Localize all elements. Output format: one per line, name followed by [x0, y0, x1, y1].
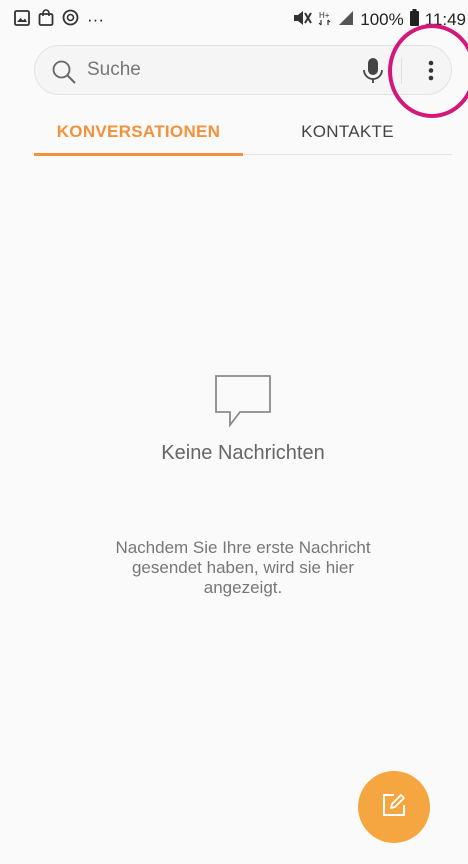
message-bubble-icon — [214, 374, 272, 433]
search-icon — [51, 59, 77, 90]
tab-conversations[interactable]: KONVERSATIONEN — [34, 112, 243, 152]
microphone-icon[interactable] — [362, 57, 384, 90]
search-input[interactable] — [87, 57, 347, 83]
sync-icon — [62, 9, 79, 31]
tab-bar: KONVERSATIONEN KONTAKTE — [34, 112, 452, 158]
tab-divider — [243, 154, 452, 155]
status-left: ··· — [14, 9, 104, 31]
signal-icon — [338, 10, 354, 31]
tab-contacts[interactable]: KONTAKTE — [243, 112, 452, 152]
highlight-circle — [388, 24, 468, 118]
svg-text:H+: H+ — [319, 11, 330, 20]
empty-state-title: Keine Nachrichten — [161, 442, 325, 464]
gallery-icon — [14, 9, 30, 31]
battery-percent: 100% — [360, 10, 404, 29]
network-type-icon: H+ — [318, 10, 332, 31]
compose-icon — [381, 792, 407, 823]
shopping-bag-icon — [38, 9, 54, 31]
compose-button[interactable] — [358, 771, 430, 843]
status-bar: ··· H+ 100% 11:49 — [0, 0, 468, 40]
mute-icon — [292, 10, 313, 31]
active-tab-indicator — [34, 153, 243, 156]
more-notifications-indicator: ··· — [87, 10, 104, 29]
empty-state-description: Nachdem Sie Ihre erste Nachricht gesende… — [115, 538, 371, 597]
